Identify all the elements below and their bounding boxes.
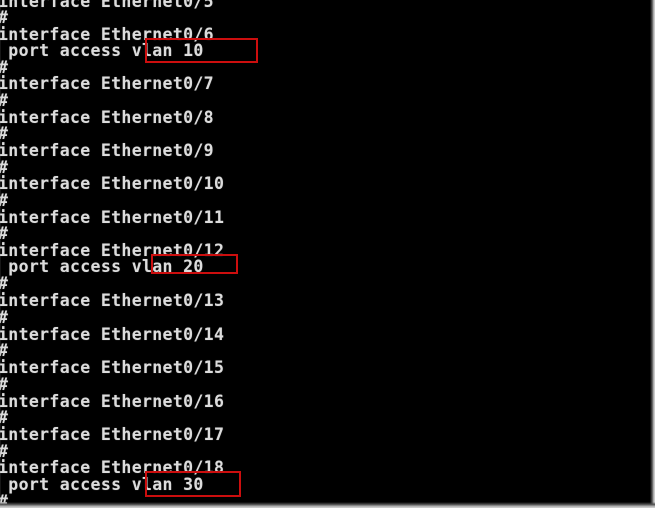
terminal-line: interface Ethernet0/15 [0, 358, 225, 377]
terminal-line: interface Ethernet0/16 [0, 392, 225, 411]
terminal-line: port access vlan 30 [0, 475, 204, 494]
terminal-line: port access vlan 10 [0, 41, 204, 60]
terminal-line: interface Ethernet0/8 [0, 108, 214, 127]
terminal-line: port access vlan 20 [0, 257, 204, 276]
terminal-line: interface Ethernet0/17 [0, 425, 225, 444]
terminal-screenshot: interface Ethernet0/5 # interface Ethern… [0, 0, 655, 508]
terminal-line: interface Ethernet0/7 [0, 74, 214, 93]
terminal-line: interface Ethernet0/11 [0, 208, 225, 227]
terminal-line: interface Ethernet0/13 [0, 291, 225, 310]
terminal-line: interface Ethernet0/14 [0, 325, 225, 344]
terminal-line: interface Ethernet0/5 [0, 0, 214, 11]
terminal-line: interface Ethernet0/9 [0, 141, 214, 160]
terminal-line: # [0, 493, 8, 508]
terminal-line: interface Ethernet0/10 [0, 174, 225, 193]
terminal-output-area[interactable]: interface Ethernet0/5 # interface Ethern… [0, 0, 655, 508]
